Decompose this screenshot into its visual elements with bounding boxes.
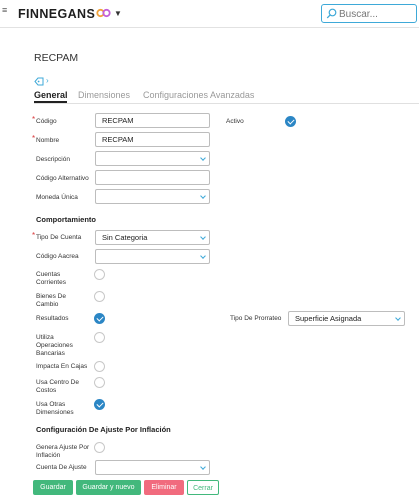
- tag-icon[interactable]: [34, 77, 44, 86]
- usa-centro-de-costos-label: Usa Centro De Costos: [36, 379, 79, 394]
- cuentas-corrientes-checkbox[interactable]: [94, 269, 105, 280]
- menu-icon[interactable]: ≡: [2, 6, 7, 15]
- impacta-en-cajas-checkbox[interactable]: [94, 361, 105, 372]
- tipo-cuenta-value: Sin Categoria: [102, 233, 148, 242]
- codigo-field[interactable]: RECPAM: [95, 113, 210, 128]
- codigo-aacrea-select[interactable]: [95, 249, 210, 264]
- utiliza-operaciones-bancarias-checkbox[interactable]: [94, 332, 105, 343]
- bienes-de-cambio-checkbox[interactable]: [94, 291, 105, 302]
- resultados-checkbox[interactable]: [94, 313, 105, 324]
- tab-general[interactable]: General: [34, 90, 68, 100]
- required-marker: *: [32, 134, 36, 143]
- codigo-aacrea-label: Código Aacrea: [36, 253, 79, 260]
- top-bar: ≡ FINNEGANS ▼: [0, 0, 419, 28]
- comportamiento-heading: Comportamiento: [36, 215, 96, 224]
- genera-ajuste-checkbox[interactable]: [94, 442, 105, 453]
- moneda-unica-label: Moneda Única: [36, 194, 78, 201]
- cuenta-de-ajuste-label: Cuenta De Ajuste: [36, 464, 87, 471]
- activo-checkbox[interactable]: [285, 116, 296, 127]
- brand-logo[interactable]: FINNEGANS: [18, 7, 95, 21]
- chevron-right-icon[interactable]: ›: [46, 76, 49, 85]
- page-title: RECPAM: [34, 52, 79, 64]
- tipo-prorrateo-select[interactable]: Superficie Asignada: [288, 311, 405, 326]
- resultados-label: Resultados: [36, 315, 69, 322]
- brand-logo-mark-icon: [96, 8, 111, 18]
- cuentas-corrientes-label: Cuentas Corrientes: [36, 271, 66, 286]
- descripcion-label: Descripción: [36, 156, 70, 163]
- search-box[interactable]: [321, 4, 417, 23]
- delete-button[interactable]: Eliminar: [144, 480, 184, 495]
- search-icon: [326, 8, 337, 19]
- tipo-cuenta-label: Tipo De Cuenta: [36, 234, 82, 241]
- ajuste-heading: Configuración De Ajuste Por Inflación: [36, 425, 171, 434]
- codigo-alternativo-field[interactable]: [95, 170, 210, 185]
- descripcion-select[interactable]: [95, 151, 210, 166]
- nombre-label: Nombre: [36, 137, 60, 144]
- moneda-unica-select[interactable]: [95, 189, 210, 204]
- genera-ajuste-label: Genera Ajuste Por Inflación: [36, 444, 90, 459]
- tab-dimensiones[interactable]: Dimensiones: [78, 90, 130, 100]
- usa-otras-dimensiones-checkbox[interactable]: [94, 399, 105, 410]
- chevron-down-icon[interactable]: ▼: [114, 9, 122, 18]
- required-marker: *: [32, 231, 36, 240]
- required-marker: *: [32, 115, 36, 124]
- utiliza-operaciones-bancarias-label: Utiliza Operaciones Bancarias: [36, 334, 73, 357]
- tipo-prorrateo-value: Superficie Asignada: [295, 314, 362, 323]
- activo-label: Activo: [226, 118, 244, 125]
- usa-otras-dimensiones-label: Usa Otras Dimensiones: [36, 401, 74, 416]
- impacta-en-cajas-label: Impacta En Cajas: [36, 363, 88, 370]
- tab-configuraciones-avanzadas[interactable]: Configuraciones Avanzadas: [143, 90, 254, 100]
- tipo-prorrateo-label: Tipo De Prorrateo: [230, 315, 282, 322]
- usa-centro-de-costos-checkbox[interactable]: [94, 377, 105, 388]
- tipo-cuenta-select[interactable]: Sin Categoria: [95, 230, 210, 245]
- codigo-label: Código: [36, 118, 57, 125]
- codigo-alternativo-label: Código Alternativo: [36, 175, 89, 182]
- nombre-field[interactable]: RECPAM: [95, 132, 210, 147]
- close-button[interactable]: Cerrar: [187, 480, 219, 495]
- save-button[interactable]: Guardar: [33, 480, 73, 495]
- tab-bar: General Dimensiones Configuraciones Avan…: [34, 90, 419, 102]
- search-input[interactable]: [339, 7, 415, 21]
- bienes-de-cambio-label: Bienes De Cambio: [36, 293, 66, 308]
- cuenta-de-ajuste-select[interactable]: [95, 460, 210, 475]
- save-and-new-button[interactable]: Guardar y nuevo: [76, 480, 141, 495]
- tabs-divider: [34, 103, 419, 104]
